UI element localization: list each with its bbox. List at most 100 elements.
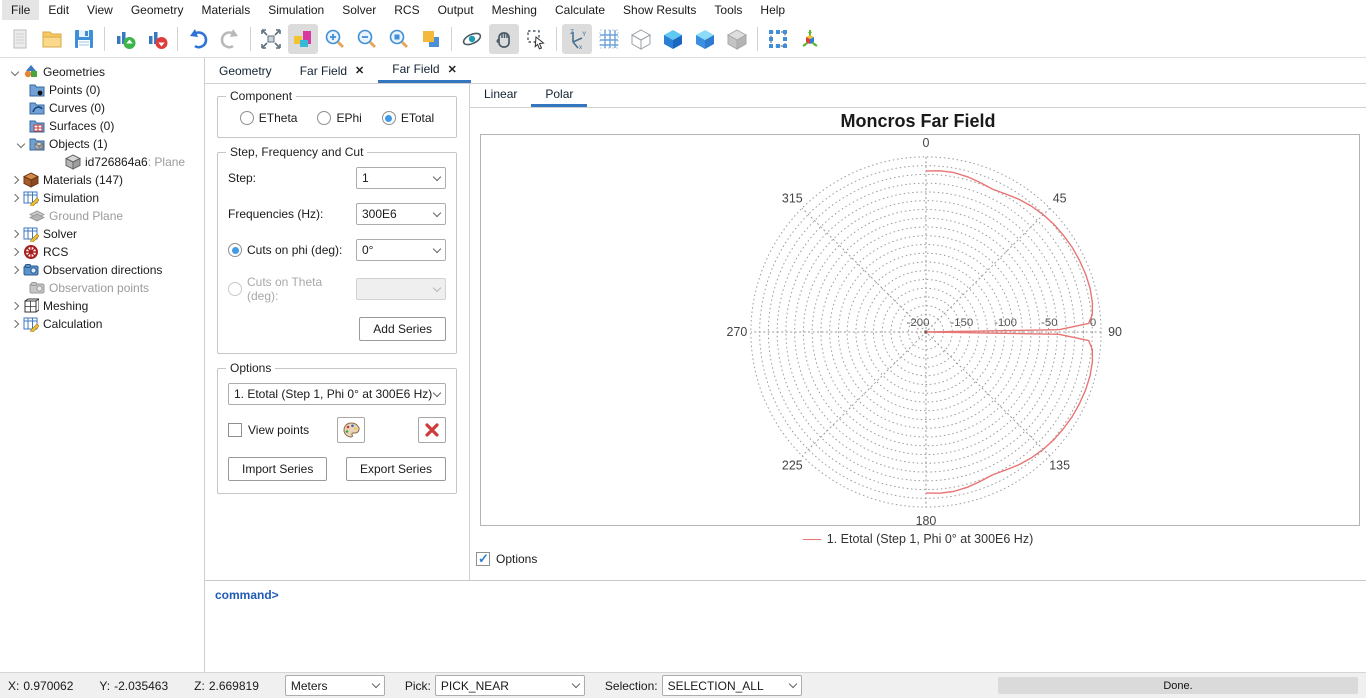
tree-item-plane-object[interactable]: id726864a6 : Plane [0,153,204,171]
tab-linear[interactable]: Linear [470,84,531,107]
chevron-right-icon[interactable] [8,249,22,255]
series-select[interactable]: 1. Etotal (Step 1, Phi 0° at 300E6 Hz) [228,383,446,405]
select-icon[interactable] [521,24,551,54]
chevron-down-icon [372,680,380,688]
redo-icon[interactable] [215,24,245,54]
menu-edit[interactable]: Edit [39,0,78,20]
zoom-out-icon[interactable] [352,24,382,54]
tree-item-solver[interactable]: Solver [0,225,204,243]
export-points-icon[interactable] [142,24,172,54]
object-type-suffix: : Plane [148,155,185,169]
menu-file[interactable]: File [2,0,39,20]
delete-series-button[interactable] [418,417,446,443]
menu-rcs[interactable]: RCS [385,0,428,20]
menu-tools[interactable]: Tools [705,0,751,20]
tab-far-field-1[interactable]: Far Field✕ [286,58,379,83]
selection-handles-icon[interactable] [763,24,793,54]
chevron-right-icon[interactable] [8,195,22,201]
selection-select[interactable]: SELECTION_ALL [662,675,802,696]
observation-points-icon [29,280,45,296]
menu-view[interactable]: View [78,0,122,20]
cuts-on-phi-select[interactable]: 0° [356,239,446,261]
tree-item-objects[interactable]: Objects (1) [0,135,204,153]
close-icon[interactable]: ✕ [355,64,364,77]
solid-view-icon[interactable] [658,24,688,54]
tree-item-calculation[interactable]: Calculation [0,315,204,333]
tree-item-curves[interactable]: Curves (0) [0,99,204,117]
tree-item-points[interactable]: Points (0) [0,81,204,99]
import-points-icon[interactable] [110,24,140,54]
view-points-checkbox[interactable] [228,423,242,437]
menu-output[interactable]: Output [429,0,483,20]
pick-select[interactable]: PICK_NEAR [435,675,585,696]
tree-item-surfaces[interactable]: Surfaces (0) [0,117,204,135]
chevron-right-icon[interactable] [8,303,22,309]
tab-polar[interactable]: Polar [531,84,587,107]
chevron-right-icon[interactable] [8,177,22,183]
svg-text:180: 180 [916,514,937,526]
fit-view-icon[interactable] [256,24,286,54]
chevron-right-icon[interactable] [8,267,22,273]
tree-item-ground-plane[interactable]: Ground Plane [0,207,204,225]
tree-item-geometries[interactable]: Geometries [0,63,204,81]
svg-text:-50: -50 [1041,317,1058,329]
plot-view-tabs: Linear Polar [470,84,1366,108]
step-select[interactable]: 1 [356,167,446,189]
svg-text:225: 225 [782,459,803,473]
flat-view-icon[interactable] [722,24,752,54]
wireframe-view-icon[interactable] [626,24,656,54]
new-file-icon[interactable] [5,24,35,54]
bring-to-front-icon[interactable] [416,24,446,54]
chevron-right-icon[interactable] [8,321,22,327]
chevron-right-icon[interactable] [8,231,22,237]
menu-calculate[interactable]: Calculate [546,0,614,20]
solver-icon [23,226,39,242]
menu-materials[interactable]: Materials [193,0,260,20]
import-series-button[interactable]: Import Series [228,457,327,481]
tab-far-field-2[interactable]: Far Field✕ [378,58,471,83]
radio-etheta[interactable]: ETheta [240,111,298,125]
menu-geometry[interactable]: Geometry [122,0,193,20]
menu-help[interactable]: Help [751,0,794,20]
coordinate-axes-icon[interactable] [795,24,825,54]
tree-item-simulation[interactable]: Simulation [0,189,204,207]
frequencies-select[interactable]: 300E6 [356,203,446,225]
export-series-button[interactable]: Export Series [346,457,446,481]
close-icon[interactable]: ✕ [448,63,457,76]
tree-item-observation-directions[interactable]: Observation directions [0,261,204,279]
chevron-down-icon[interactable] [8,69,22,75]
add-series-button[interactable]: Add Series [359,317,446,341]
menu-meshing[interactable]: Meshing [483,0,546,20]
tree-item-rcs[interactable]: RCS [0,243,204,261]
zoom-window-icon[interactable] [384,24,414,54]
svg-text:315: 315 [782,191,803,205]
save-icon[interactable] [69,24,99,54]
zoom-in-icon[interactable] [320,24,350,54]
grid-icon[interactable] [594,24,624,54]
tree-item-observation-points[interactable]: Observation points [0,279,204,297]
curves-folder-icon [29,100,45,116]
radio-cuts-on-phi[interactable]: Cuts on phi (deg): [228,243,342,257]
pan-icon[interactable] [489,24,519,54]
shaded-view-icon[interactable] [690,24,720,54]
tab-geometry[interactable]: Geometry [205,58,286,83]
legend-line-sample [803,539,821,540]
tree-item-materials[interactable]: Materials (147) [0,171,204,189]
geometry-objects-icon[interactable] [288,24,318,54]
open-folder-icon[interactable] [37,24,67,54]
radio-cuts-on-theta[interactable]: Cuts on Theta (deg): [228,275,356,303]
menu-solver[interactable]: Solver [333,0,385,20]
plot-options-checkbox[interactable] [476,552,490,566]
undo-icon[interactable] [183,24,213,54]
menu-simulation[interactable]: Simulation [259,0,333,20]
units-select[interactable]: Meters [285,675,385,696]
radio-etotal[interactable]: ETotal [382,111,434,125]
axes-icon[interactable]: ZYx [562,24,592,54]
orbit-icon[interactable] [457,24,487,54]
series-color-button[interactable] [337,417,365,443]
command-console[interactable]: command> [205,580,1366,672]
radio-ephi[interactable]: EPhi [317,111,361,125]
chevron-down-icon[interactable] [14,141,28,147]
menu-show-results[interactable]: Show Results [614,0,705,20]
tree-item-meshing[interactable]: Meshing [0,297,204,315]
